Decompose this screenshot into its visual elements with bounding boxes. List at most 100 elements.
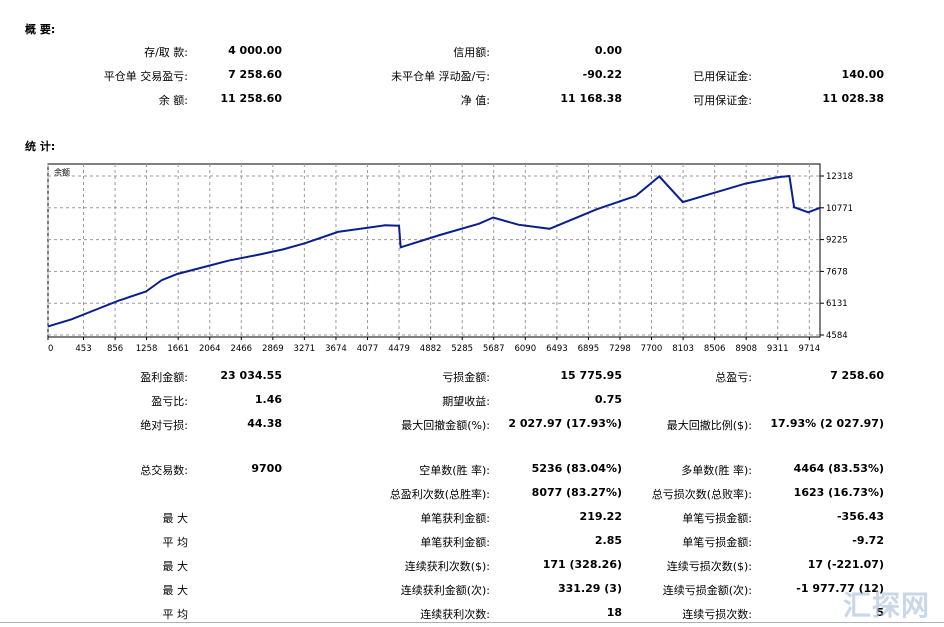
stat-value: 2.85 [594, 534, 622, 547]
stat-value: 219.22 [579, 510, 622, 523]
stat-label: 平仓单 交易盈亏: [103, 70, 188, 83]
stat-label: 连续亏损次数($): [666, 560, 752, 573]
stat-label: 期望收益: [442, 395, 490, 408]
chart-title: 余额 [54, 167, 70, 177]
bottom-divider [0, 622, 944, 623]
x-tick-label: 5687 [483, 344, 505, 354]
stat-label: 最 大 [162, 584, 189, 597]
stat-label: 绝对亏损: [140, 419, 188, 432]
stat-label: 存/取 款: [144, 46, 188, 59]
y-tick-label: 10771 [826, 204, 853, 214]
watermark-logo: 汇探网 [842, 589, 930, 622]
x-tick-label: 856 [107, 344, 123, 354]
x-tick-label: 7700 [641, 344, 663, 354]
stat-label: 最大回撤比例($): [666, 419, 752, 432]
x-tick-label: 4882 [420, 344, 442, 354]
stat-label: 平 均 [162, 608, 189, 621]
stat-value: 7 258.60 [830, 369, 884, 382]
stat-label: 可用保证金: [693, 94, 752, 107]
stat-value: 4464 (83.53%) [793, 462, 884, 475]
stat-value: 8077 (83.27%) [531, 486, 622, 499]
stat-value: 2 027.97 (17.93%) [508, 417, 622, 430]
x-tick-label: 4077 [357, 344, 379, 354]
y-tick-label: 6131 [826, 299, 848, 309]
stat-value: 17.93% (2 027.97) [770, 417, 884, 430]
stat-label: 盈利金额: [140, 371, 188, 384]
stat-label: 单笔亏损金额: [682, 536, 752, 549]
stat-label: 平 均 [162, 536, 189, 549]
stat-label: 盈亏比: [151, 395, 188, 408]
stat-value: 1.46 [254, 393, 282, 406]
x-tick-label: 4479 [388, 344, 410, 354]
x-tick-label: 2466 [230, 344, 252, 354]
stat-value: 23 034.55 [220, 369, 282, 382]
x-tick-label: 5285 [451, 344, 473, 354]
stat-value: 1623 (16.73%) [793, 486, 884, 499]
stat-label: 单笔获利金额: [420, 536, 490, 549]
y-tick-label: 12318 [826, 172, 853, 182]
x-tick-label: 0 [48, 344, 53, 354]
stat-label: 总盈利次数(总胜率): [389, 488, 490, 501]
stat-value: 0.00 [594, 44, 622, 57]
stat-label: 最 大 [162, 560, 189, 573]
stat-value: 331.29 (3) [558, 582, 622, 595]
y-tick-label: 9225 [826, 236, 848, 246]
x-tick-label: 8103 [672, 344, 694, 354]
stat-label: 未平仓单 浮动盈/亏: [391, 70, 490, 83]
stat-value: 11 028.38 [822, 92, 884, 105]
x-tick-label: 6895 [578, 344, 600, 354]
stat-value: 44.38 [247, 417, 282, 430]
stat-value: 171 (328.26) [542, 558, 622, 571]
stat-label: 连续亏损金额(次): [662, 584, 752, 597]
x-tick-label: 8506 [704, 344, 726, 354]
stat-label: 多单数(胜 率): [681, 464, 752, 477]
balance-chart: 12318 10771 9225 7678 6131 4584 0 453 856 1258 166… [47, 163, 853, 354]
x-tick-label: 3271 [294, 344, 316, 354]
x-tick-label: 3674 [325, 344, 347, 354]
stat-label: 信用额: [453, 46, 490, 59]
stat-label: 最 大 [162, 512, 189, 525]
stat-value: 11 168.38 [560, 92, 622, 105]
stat-value: 9700 [251, 462, 282, 475]
x-tick-label: 9714 [799, 344, 821, 354]
stat-value: 0.75 [594, 393, 622, 406]
stat-value: -356.43 [836, 510, 884, 523]
stat-value: 140.00 [841, 68, 884, 81]
x-tick-label: 6493 [546, 344, 568, 354]
x-tick-label: 453 [75, 344, 91, 354]
stat-value: 5236 (83.04%) [531, 462, 622, 475]
stat-value: 18 [606, 606, 622, 619]
stat-label: 连续获利次数($): [404, 560, 490, 573]
x-tick-label: 8908 [735, 344, 757, 354]
chart-plot-area [47, 163, 821, 338]
stat-value: 7 258.60 [228, 68, 282, 81]
x-tick-label: 7298 [609, 344, 631, 354]
summary-title: 概 要: [25, 23, 56, 36]
stat-label: 亏损金额: [442, 371, 490, 384]
stat-label: 单笔获利金额: [420, 512, 490, 525]
stat-value: 11 258.60 [220, 92, 282, 105]
stats-title: 统 计: [25, 140, 56, 153]
stat-label: 空单数(胜 率): [419, 464, 490, 477]
x-tick-label: 1258 [136, 344, 158, 354]
x-tick-label: 1661 [167, 344, 189, 354]
y-tick-label: 4584 [826, 331, 848, 341]
x-tick-label: 6090 [514, 344, 536, 354]
stat-value: 15 775.95 [560, 369, 622, 382]
stat-label: 总盈亏: [715, 371, 752, 384]
stat-label: 单笔亏损金额: [682, 512, 752, 525]
stat-label: 连续亏损次数: [682, 608, 752, 621]
stat-label: 连续获利金额(次): [400, 584, 490, 597]
x-tick-label: 2869 [262, 344, 284, 354]
stat-label: 净 值: [460, 94, 490, 107]
stat-value: -9.72 [852, 534, 884, 547]
stat-value: -90.22 [582, 68, 622, 81]
stat-label: 连续获利次数: [420, 608, 490, 621]
stat-label: 余 额: [158, 94, 188, 107]
stat-label: 总交易数: [140, 464, 188, 477]
stat-label: 已用保证金: [693, 70, 752, 83]
stat-label: 总亏损次数(总败率): [651, 488, 752, 501]
x-tick-label: 9311 [767, 344, 789, 354]
stat-value: 17 (-221.07) [807, 558, 884, 571]
stat-value: 4 000.00 [228, 44, 282, 57]
